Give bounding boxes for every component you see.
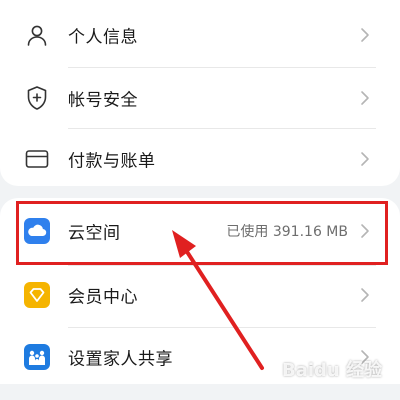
watermark: Baidu 经验 bbox=[282, 360, 383, 381]
annotation-arrow-icon bbox=[172, 230, 264, 370]
